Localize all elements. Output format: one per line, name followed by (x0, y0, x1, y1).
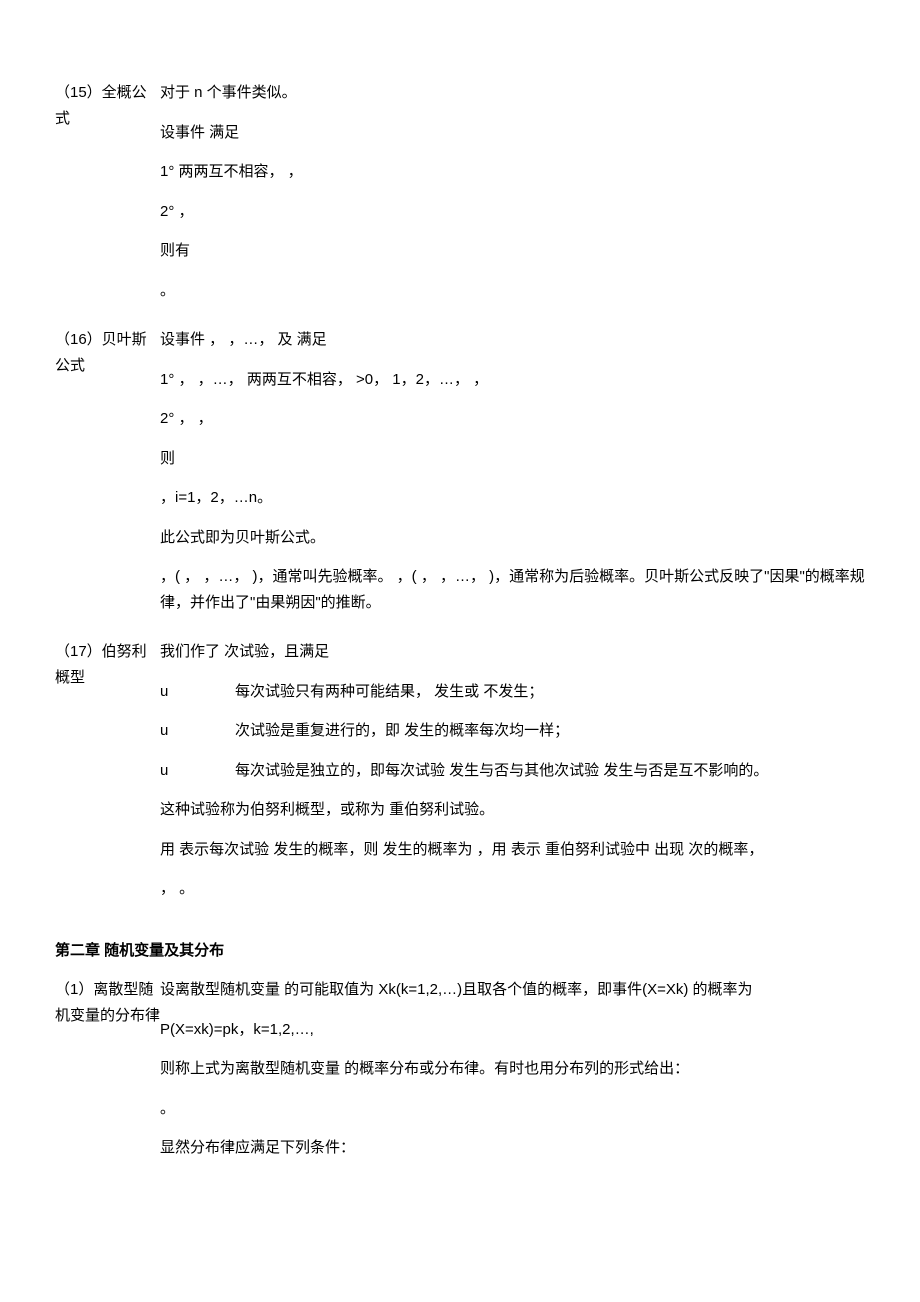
section-ch2-1-content: 设离散型随机变量 的可能取值为 Xk(k=1,2,…)且取各个值的概率，即事件(… (160, 977, 865, 1175)
chapter-2-heading: 第二章 随机变量及其分布 (55, 938, 865, 964)
s16-p7: ，( ， ，…， )，通常叫先验概率。 ，( ， ，…， )，通常称为后验概率。… (160, 564, 865, 615)
s15-p2: 设事件 满足 (160, 120, 865, 146)
s15-p6: 。 (160, 278, 865, 304)
s17-p4: ， 。 (160, 876, 865, 902)
section-17-label: （17）伯努利概型 (55, 639, 160, 916)
s15-p5: 则有 (160, 238, 865, 264)
u-marker: u (160, 758, 235, 784)
s16-p1: 设事件 ， ，…， 及 满足 (160, 327, 865, 353)
s17-u3: 每次试验是独立的，即每次试验 发生与否与其他次试验 发生与否是互不影响的。 (235, 758, 768, 784)
s17-u3-row: u 每次试验是独立的，即每次试验 发生与否与其他次试验 发生与否是互不影响的。 (160, 758, 865, 784)
s17-u1: 每次试验只有两种可能结果， 发生或 不发生； (235, 679, 543, 705)
s15-p3: 1° 两两互不相容， ， (160, 159, 865, 185)
u-marker: u (160, 679, 235, 705)
s16-p6: 此公式即为贝叶斯公式。 (160, 525, 865, 551)
s15-p1: 对于 n 个事件类似。 (160, 80, 865, 106)
section-17-row: （17）伯努利概型 我们作了 次试验，且满足 u 每次试验只有两种可能结果， 发… (55, 639, 865, 916)
section-17-content: 我们作了 次试验，且满足 u 每次试验只有两种可能结果， 发生或 不发生； u … (160, 639, 865, 916)
s16-p5: ，i=1，2，…n。 (160, 485, 865, 511)
section-16-content: 设事件 ， ，…， 及 满足 1° ， ，…， 两两互不相容， >0， 1，2，… (160, 327, 865, 629)
ch2-1-p5: 显然分布律应满足下列条件： (160, 1135, 865, 1161)
s17-p2: 这种试验称为伯努利概型，或称为 重伯努利试验。 (160, 797, 865, 823)
ch2-1-p2: P(X=xk)=pk，k=1,2,…, (160, 1017, 865, 1043)
s17-p1: 我们作了 次试验，且满足 (160, 639, 865, 665)
s17-u2-row: u 次试验是重复进行的，即 发生的概率每次均一样； (160, 718, 865, 744)
section-16-row: （16）贝叶斯公式 设事件 ， ，…， 及 满足 1° ， ，…， 两两互不相容… (55, 327, 865, 629)
s16-p4: 则 (160, 446, 865, 472)
s15-p4: 2° ， (160, 199, 865, 225)
s17-p3: 用 表示每次试验 发生的概率，则 发生的概率为 ，用 表示 重伯努利试验中 出现… (160, 837, 865, 863)
s16-p3: 2° ， ， (160, 406, 865, 432)
section-16-label: （16）贝叶斯公式 (55, 327, 160, 629)
ch2-1-p3: 则称上式为离散型随机变量 的概率分布或分布律。有时也用分布列的形式给出： (160, 1056, 865, 1082)
section-15-label: （15）全概公式 (55, 80, 160, 317)
section-ch2-1-row: （1）离散型随机变量的分布律 设离散型随机变量 的可能取值为 Xk(k=1,2,… (55, 977, 865, 1175)
u-marker: u (160, 718, 235, 744)
s17-u2: 次试验是重复进行的，即 发生的概率每次均一样； (235, 718, 569, 744)
ch2-1-p4: 。 (160, 1096, 865, 1122)
s17-u1-row: u 每次试验只有两种可能结果， 发生或 不发生； (160, 679, 865, 705)
section-ch2-1-label: （1）离散型随机变量的分布律 (55, 977, 160, 1175)
section-15-row: （15）全概公式 对于 n 个事件类似。 设事件 满足 1° 两两互不相容， ，… (55, 80, 865, 317)
ch2-1-p1: 设离散型随机变量 的可能取值为 Xk(k=1,2,…)且取各个值的概率，即事件(… (160, 977, 865, 1003)
s16-p2: 1° ， ，…， 两两互不相容， >0， 1，2，…， ， (160, 367, 865, 393)
section-15-content: 对于 n 个事件类似。 设事件 满足 1° 两两互不相容， ， 2° ， 则有 … (160, 80, 865, 317)
